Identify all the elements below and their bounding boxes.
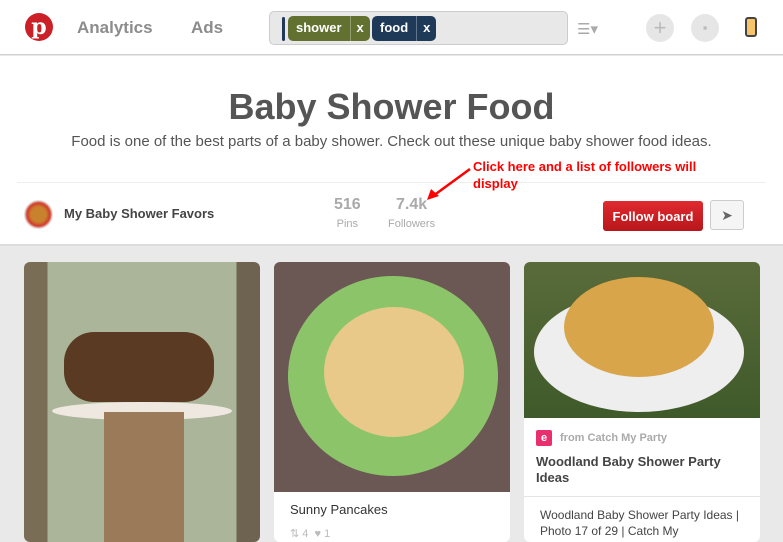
board-header: Baby Shower Food Food is one of the best… bbox=[0, 56, 783, 246]
pin-card[interactable]: Sunny Pancakes ⇅ 4 ♥ 1 bbox=[274, 262, 510, 542]
page-title: Baby Shower Food bbox=[228, 86, 555, 127]
pin-image[interactable] bbox=[24, 262, 260, 542]
text-cursor bbox=[282, 17, 285, 41]
messages-icon[interactable]: ▪ bbox=[691, 14, 719, 42]
pin-description: Woodland Baby Shower Party Ideas | Photo… bbox=[540, 508, 740, 538]
top-bar: p Analytics Ads shower x food x ☰▾ + ▪ bbox=[0, 0, 783, 55]
pinterest-logo[interactable]: p bbox=[25, 13, 53, 41]
pin-title: Sunny Pancakes bbox=[290, 502, 388, 517]
annotation-arrow-icon bbox=[427, 167, 471, 200]
remove-tag-icon[interactable]: x bbox=[416, 16, 436, 41]
pin-image[interactable] bbox=[274, 262, 510, 492]
annotation-text: Click here and a list of followers will … bbox=[473, 159, 697, 191]
pin-source[interactable]: e from Catch My Party bbox=[524, 418, 760, 450]
add-icon[interactable]: + bbox=[646, 14, 674, 42]
send-icon[interactable]: ➤ bbox=[710, 200, 744, 230]
pin-image[interactable] bbox=[524, 262, 760, 418]
nav-analytics[interactable]: Analytics bbox=[77, 18, 153, 38]
pin-card[interactable]: e from Catch My Party Woodland Baby Showe… bbox=[524, 262, 760, 542]
avatar[interactable] bbox=[24, 200, 53, 229]
remove-tag-icon[interactable]: x bbox=[349, 16, 370, 41]
catch-my-party-icon: e bbox=[536, 430, 552, 446]
pins-stat[interactable]: 516 Pins bbox=[334, 196, 361, 232]
search-tag-shower[interactable]: shower x bbox=[288, 16, 370, 41]
list-view-icon[interactable]: ☰▾ bbox=[577, 20, 598, 38]
notifications-icon[interactable] bbox=[745, 17, 757, 37]
pin-card[interactable] bbox=[24, 262, 260, 542]
follow-board-button[interactable]: Follow board bbox=[603, 201, 703, 231]
search-tag-food[interactable]: food x bbox=[372, 16, 437, 41]
board-description: Food is one of the best parts of a baby … bbox=[71, 133, 712, 150]
nav-ads[interactable]: Ads bbox=[191, 18, 223, 38]
search-input[interactable]: shower x food x bbox=[269, 11, 568, 45]
pin-stats: ⇅ 4 ♥ 1 bbox=[290, 528, 331, 540]
pin-title[interactable]: Woodland Baby Shower Party Ideas bbox=[524, 450, 760, 497]
board-owner[interactable]: My Baby Shower Favors bbox=[64, 206, 214, 221]
